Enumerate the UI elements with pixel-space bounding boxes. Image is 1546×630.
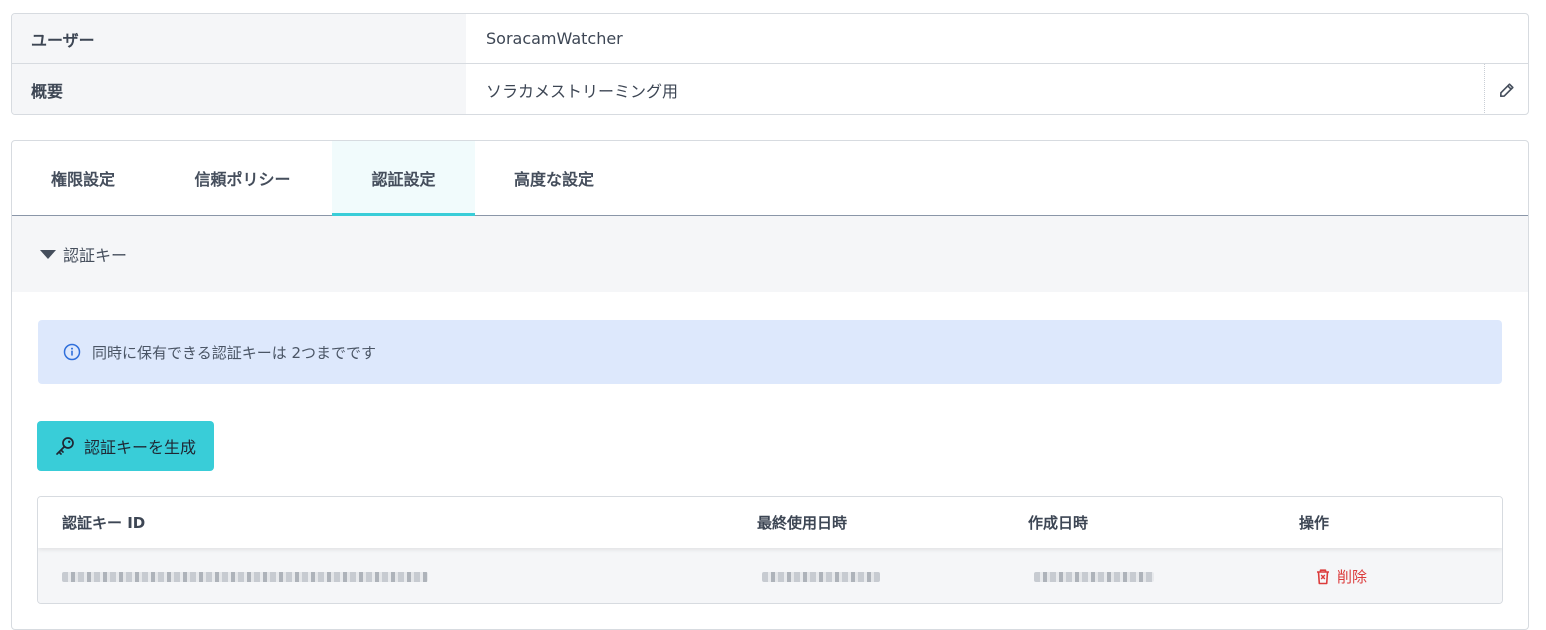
settings-tabs: 権限設定 信頼ポリシー 認証設定 高度な設定	[12, 141, 1528, 216]
summary-label: 概要	[12, 64, 466, 114]
tab-permissions[interactable]: 権限設定	[12, 141, 154, 215]
column-header-last-used: 最終使用日時	[757, 514, 848, 532]
user-info-card: ユーザー SoracamWatcher 概要 ソラカメストリーミング用	[11, 13, 1529, 115]
caret-down-icon	[40, 249, 56, 259]
pencil-icon	[1499, 82, 1514, 97]
settings-card: 権限設定 信頼ポリシー 認証設定 高度な設定 認証キー 同時に保有できる認証キー…	[11, 140, 1529, 630]
column-header-key-id: 認証キー ID	[62, 514, 146, 532]
edit-summary-button[interactable]	[1484, 64, 1528, 114]
tab-trust-policy[interactable]: 信頼ポリシー	[154, 141, 331, 215]
generate-auth-key-label: 認証キーを生成	[84, 438, 197, 457]
delete-key-button[interactable]: 削除	[1315, 548, 1368, 603]
table-header: 認証キー ID 最終使用日時 作成日時 操作	[38, 497, 1502, 548]
auth-key-table: 認証キー ID 最終使用日時 作成日時 操作 削除	[37, 496, 1503, 604]
summary-row: 概要 ソラカメストリーミング用	[12, 64, 1528, 114]
table-row: 削除	[38, 548, 1502, 603]
user-value: SoracamWatcher	[486, 29, 623, 48]
redacted-last-used	[762, 548, 880, 603]
column-header-created: 作成日時	[1028, 514, 1089, 532]
column-header-actions: 操作	[1299, 514, 1330, 532]
notice-text: 同時に保有できる認証キーは 2つまでです	[92, 343, 377, 362]
user-row: ユーザー SoracamWatcher	[12, 14, 1528, 64]
info-notice: 同時に保有できる認証キーは 2つまでです	[38, 320, 1502, 384]
delete-key-label: 削除	[1337, 568, 1368, 586]
redacted-created	[1034, 548, 1154, 603]
key-icon	[56, 437, 74, 455]
info-icon	[63, 343, 81, 361]
trash-icon	[1317, 569, 1329, 585]
tab-auth-settings[interactable]: 認証設定	[332, 141, 475, 216]
user-label: ユーザー	[12, 14, 466, 63]
auth-key-section-title: 認証キー	[63, 246, 128, 265]
tab-advanced-settings[interactable]: 高度な設定	[475, 141, 633, 215]
summary-value: ソラカメストリーミング用	[486, 81, 679, 101]
generate-auth-key-button[interactable]: 認証キーを生成	[37, 421, 214, 471]
auth-key-section-toggle[interactable]: 認証キー	[12, 216, 1528, 292]
redacted-key-id	[62, 548, 428, 603]
